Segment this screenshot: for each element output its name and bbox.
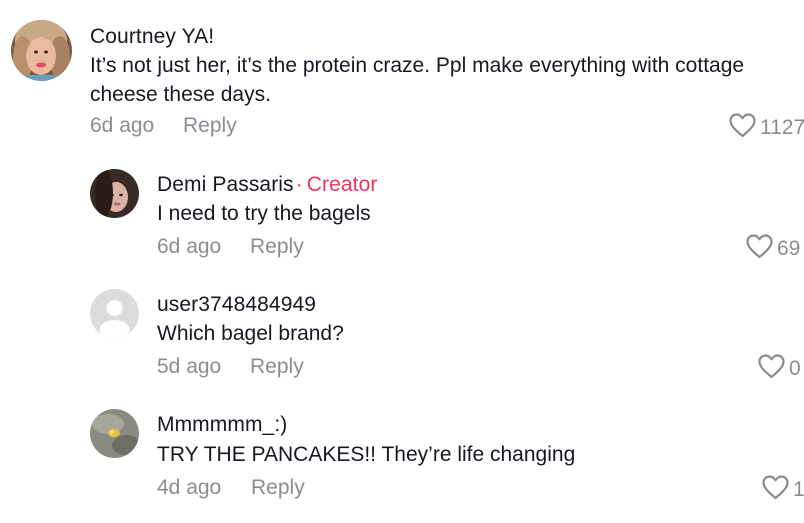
avatar[interactable] (90, 409, 139, 458)
comments-panel: Courtney YA! It’s not just her, it’s the… (0, 0, 804, 523)
heart-outline-icon (758, 354, 785, 384)
avatar[interactable] (90, 169, 139, 218)
comment-username[interactable]: Courtney YA! (90, 25, 214, 49)
reply-item: Demi Passaris· Creator I need to try the … (0, 150, 804, 270)
comment-timestamp: 6d ago (90, 114, 155, 137)
comment-text: It’s not just her, it’s the protein craz… (90, 51, 744, 109)
like-button[interactable]: 1 (762, 475, 804, 505)
comment-timestamp: 6d ago (157, 235, 222, 258)
like-count: 1127 (760, 116, 804, 139)
like-count: 0 (789, 357, 801, 380)
comment-timestamp: 4d ago (157, 476, 222, 499)
comment-text-line: It’s not just her, it’s the protein craz… (90, 54, 745, 77)
heart-outline-icon (746, 234, 773, 264)
reply-item: Mmmmmm_:) TRY THE PANCAKES!! They’re lif… (0, 390, 804, 523)
username-text[interactable]: Demi Passaris (157, 173, 294, 196)
reply-button[interactable]: Reply (250, 355, 304, 379)
comment-timestamp: 5d ago (157, 355, 222, 378)
heart-outline-icon (729, 113, 756, 143)
reply-item: user3748484949 Which bagel brand? 5d ago… (0, 270, 804, 390)
like-button[interactable]: 69 (746, 234, 800, 264)
comment-item: Courtney YA! It’s not just her, it’s the… (0, 0, 804, 150)
like-button[interactable]: 1127 (729, 113, 804, 143)
avatar[interactable] (90, 289, 139, 338)
like-count: 1 (793, 478, 804, 501)
comment-username: Demi Passaris· Creator (157, 173, 378, 197)
reply-button[interactable]: Reply (251, 476, 305, 500)
avatar[interactable] (11, 20, 72, 81)
reply-button[interactable]: Reply (183, 114, 237, 138)
comment-text-line: cheese these days. (90, 83, 271, 106)
comment-text: Which bagel brand? (157, 322, 344, 345)
comment-text: I need to try the bagels (157, 202, 371, 225)
creator-separator: · (295, 173, 303, 196)
creator-badge: Creator (306, 173, 378, 196)
like-count: 69 (777, 237, 801, 260)
heart-outline-icon (762, 475, 789, 505)
comment-username[interactable]: Mmmmmm_:) (157, 413, 287, 437)
comment-username[interactable]: user3748484949 (157, 293, 316, 317)
reply-button[interactable]: Reply (250, 235, 304, 259)
comment-text: TRY THE PANCAKES!! They’re life changing (157, 443, 576, 466)
like-button[interactable]: 0 (758, 354, 801, 384)
